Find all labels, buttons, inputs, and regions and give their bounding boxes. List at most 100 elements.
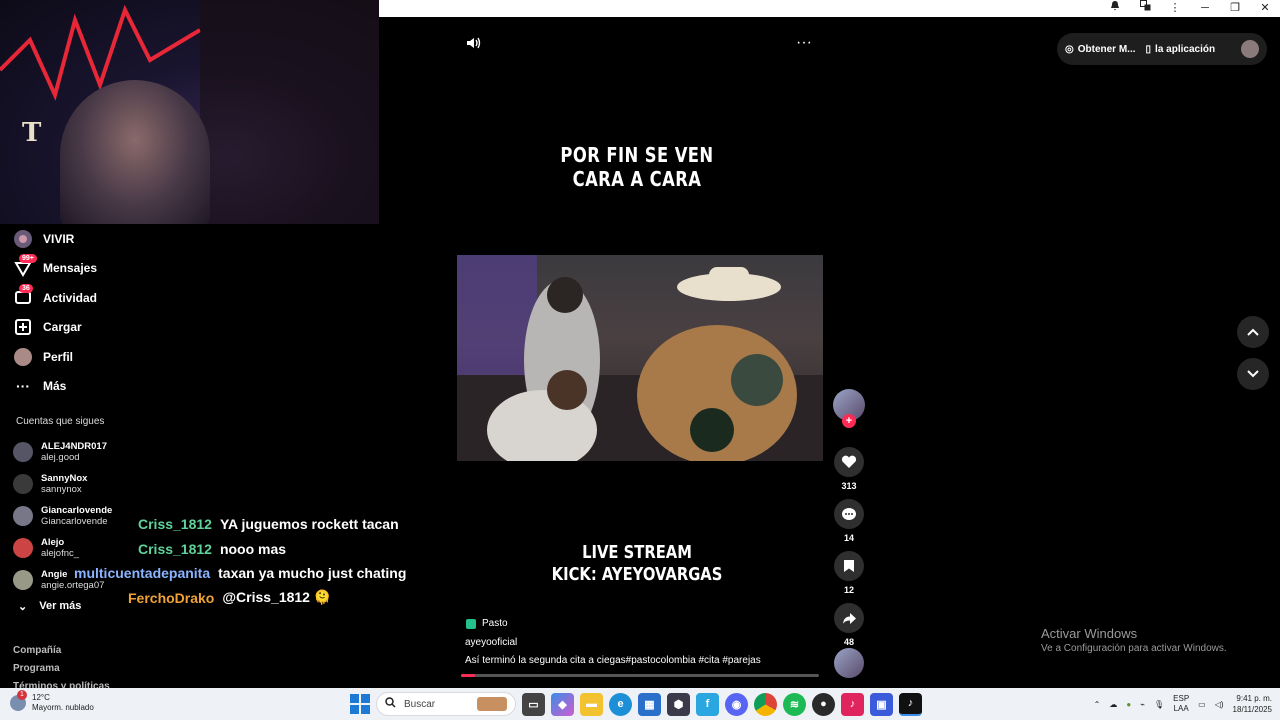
search-placeholder: Buscar [404, 698, 436, 710]
start-button[interactable] [350, 694, 370, 714]
video-caption: Así terminó la segunda cita a ciegas#pas… [465, 655, 761, 666]
video-author[interactable]: ayeyooficial [465, 637, 517, 648]
account-name: Giancarlovende [41, 505, 113, 516]
share-icon [842, 612, 856, 624]
video-more-icon[interactable]: ··· [796, 35, 812, 51]
follow-plus-icon[interactable]: + [842, 414, 856, 428]
chat-username: multicuentadepanita [74, 565, 211, 582]
footer-link[interactable]: Compañía [13, 642, 110, 660]
account-name: SannyNox [41, 473, 88, 484]
lang-line: ESP [1173, 694, 1190, 703]
user-avatar[interactable] [1241, 40, 1259, 58]
maximize-icon[interactable]: ❐ [1220, 0, 1250, 17]
tiktok-icon[interactable]: ♪ [899, 692, 922, 716]
file-explorer-icon[interactable]: ▬ [580, 692, 603, 716]
following-account[interactable]: ALEJ4NDR017 alej.good [13, 436, 143, 468]
sidebar-item-profile[interactable]: Perfil [13, 342, 163, 372]
sidebar-item-activity[interactable]: 36 Actividad [13, 283, 163, 313]
save-button[interactable] [834, 551, 864, 581]
avatar [13, 442, 33, 462]
following-account[interactable]: Giancarlovende Giancarlovende [13, 500, 143, 532]
next-creator-avatar[interactable] [834, 648, 864, 678]
title-line: LIVE STREAM [582, 542, 692, 563]
avatar [13, 570, 33, 590]
video-frame[interactable] [457, 255, 823, 461]
activate-subtitle: Ve a Configuración para activar Windows. [1041, 643, 1227, 654]
chrome-icon[interactable] [754, 692, 777, 716]
following-account[interactable]: SannyNox sannynox [13, 468, 143, 500]
chat-username: Criss_1812 [138, 540, 212, 557]
see-more-button[interactable]: ⌄ Ver más [18, 600, 81, 613]
video-controls-top: ··· [466, 35, 812, 55]
following-title: Cuentas que sigues [16, 416, 105, 427]
sidebar-item-label: Más [43, 379, 67, 394]
minimize-icon[interactable]: ─ [1190, 0, 1220, 17]
display-icon[interactable]: ▭ [1198, 700, 1206, 709]
heart-icon [841, 455, 857, 468]
fiverr-icon[interactable]: f [696, 692, 719, 716]
chevron-down-icon [1247, 370, 1259, 378]
get-coins-label: Obtener M... [1077, 43, 1136, 55]
activate-windows-watermark: Activar Windows Ve a Configuración para … [1041, 626, 1227, 654]
chat-text: @Criss_1812 🫠 [222, 589, 332, 606]
account-handle: sannynox [41, 484, 82, 495]
video-scene [457, 255, 823, 461]
account-handle: alejofnc_ [41, 548, 80, 559]
bookmark-icon [844, 560, 854, 572]
tray-expand-icon[interactable]: ⌃ [1094, 700, 1101, 709]
close-icon[interactable]: ✕ [1250, 0, 1280, 17]
sidebar-item-more[interactable]: ··· Más [13, 372, 163, 402]
microphone-icon[interactable]: 🎙 [1154, 700, 1164, 709]
comment-button[interactable] [834, 499, 864, 529]
spotify-icon[interactable]: ≋ [783, 692, 806, 716]
system-tray: ⌃ ☁ ● ⌁ 🎙 ESP LAA ▭ ◁) 9:41 p. m. 18/11/… [1094, 692, 1272, 716]
avatar [13, 474, 33, 494]
more-icon: ··· [16, 378, 30, 395]
creator-avatar[interactable]: + [833, 389, 865, 428]
sidebar-item-messages[interactable]: 99+ Mensajes [13, 254, 163, 284]
sidebar-nav: VIVIR 99+ Mensajes 36 Actividad Cargar P… [13, 224, 163, 401]
app-tray-icon[interactable]: ● [1126, 700, 1131, 709]
app-icon[interactable]: ⬢ [667, 692, 690, 716]
video-progress-fill [461, 674, 476, 677]
volume-icon[interactable] [466, 36, 482, 55]
app-blue-icon[interactable]: ▣ [870, 692, 893, 716]
get-app-button[interactable]: ▯ la aplicación [1146, 44, 1216, 55]
video-actions: + 313 14 12 48 [833, 389, 865, 647]
sidebar-item-live[interactable]: VIVIR [13, 224, 163, 254]
copilot-icon[interactable]: ◆ [551, 692, 574, 716]
previous-video-button[interactable] [1237, 316, 1269, 348]
edge-icon[interactable]: e [609, 692, 632, 716]
obs-icon[interactable]: ● [812, 692, 835, 716]
get-coins-button[interactable]: ◎ Obtener M... [1065, 44, 1136, 55]
capcut-icon[interactable]: ♪ [841, 692, 864, 716]
task-view-icon[interactable]: ▭ [522, 692, 545, 716]
chat-text: taxan ya mucho just chating [218, 565, 407, 582]
messages-badge: 99+ [19, 254, 37, 264]
video-title-top: POR FIN SE VEN CARA A CARA [489, 143, 784, 191]
location-tag[interactable]: Pasto [466, 618, 508, 629]
system-clock[interactable]: 9:41 p. m. 18/11/2025 [1233, 693, 1272, 715]
next-video-button[interactable] [1237, 358, 1269, 390]
more-vertical-icon[interactable]: ⋮ [1160, 0, 1190, 17]
activity-icon: 36 [13, 283, 33, 308]
weather-widget[interactable]: 1 12°C Mayorm. nublado [10, 690, 94, 713]
share-button[interactable] [834, 603, 864, 633]
volume-tray-icon[interactable]: ◁) [1215, 700, 1224, 709]
footer-link[interactable]: Programa [13, 660, 110, 678]
following-account[interactable]: Alejo alejofnc_ [13, 532, 143, 564]
discord-icon[interactable]: ◉ [725, 692, 748, 716]
taskbar-search[interactable]: Buscar [376, 692, 516, 716]
coin-icon: ◎ [1065, 43, 1074, 55]
onedrive-icon[interactable]: ☁ [1109, 700, 1117, 709]
wifi-off-icon[interactable]: ⌁ [1140, 700, 1145, 709]
like-button[interactable] [834, 447, 864, 477]
comment-icon [842, 507, 856, 520]
sidebar-item-upload[interactable]: Cargar [13, 313, 163, 343]
store-icon[interactable]: ▦ [638, 692, 661, 716]
language-indicator[interactable]: ESP LAA [1173, 694, 1189, 714]
translate-icon[interactable] [1130, 0, 1160, 17]
phone-icon: ▯ [1145, 43, 1152, 55]
video-progress-bar[interactable] [461, 674, 819, 677]
bell-icon[interactable] [1100, 0, 1130, 17]
